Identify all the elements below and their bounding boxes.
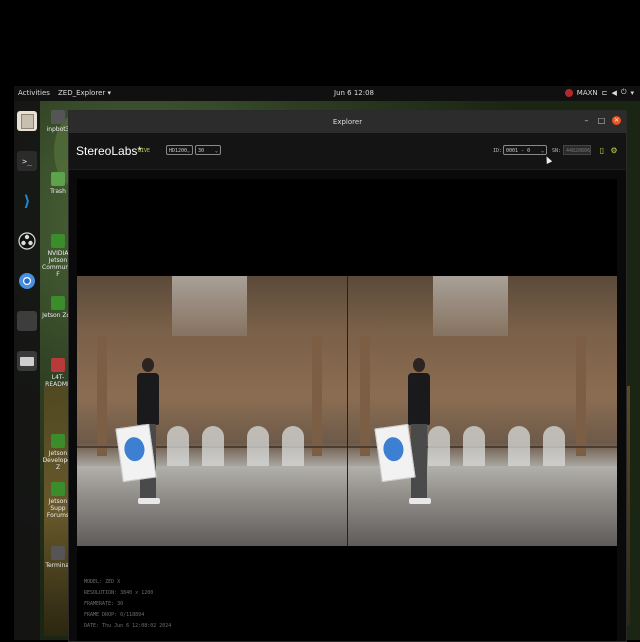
person-shoes — [409, 498, 431, 504]
chromium-app-icon[interactable] — [17, 271, 37, 291]
power-icon: ⏻ — [620, 88, 627, 96]
meta-framerate: FRAMERATE: 30 — [84, 601, 124, 607]
gear-icon[interactable]: ⚙ — [609, 145, 619, 156]
nvidia-icon — [51, 434, 65, 448]
drive-icon[interactable] — [17, 351, 37, 371]
fps-select[interactable]: 30 ⌄ — [195, 145, 221, 155]
video-viewer[interactable]: MODEL: ZED X RESOLUTION: 3840 x 1200 FRA… — [77, 179, 617, 641]
tote-bag — [374, 423, 416, 483]
top-panel: Activities ZED_Explorer ▾ Jun 6 12:08 MA… — [14, 86, 640, 101]
person-head — [142, 358, 154, 372]
zed-explorer-app-icon[interactable] — [17, 311, 37, 331]
stereo-video-feed — [77, 276, 617, 546]
atrium-arch — [463, 426, 485, 470]
nvidia-icon — [51, 482, 65, 496]
volume-icon: ◀ — [611, 88, 617, 97]
record-icon[interactable]: ▯ — [597, 145, 607, 156]
tote-bag-art — [381, 435, 406, 463]
desktop-icon-label: Trash — [50, 188, 66, 195]
nvidia-icon — [51, 234, 65, 248]
left-camera-image — [77, 276, 347, 546]
id-label: ID: — [493, 148, 503, 154]
atrium-pillar — [360, 336, 370, 456]
atrium-skylight — [172, 276, 247, 336]
network-icon: ⊏ — [601, 88, 608, 97]
chevron-down-icon: ⌄ — [214, 148, 218, 154]
atrium-pillar — [97, 336, 107, 456]
explorer-window: Explorer – □ × StereoLabs* LIVE HD1200 ⌄… — [68, 110, 627, 642]
meta-resolution: RESOLUTION: 3840 x 1200 — [84, 590, 154, 596]
dropdown-chevron-icon: ▾ — [630, 88, 634, 97]
resolution-select[interactable]: HD1200 ⌄ — [166, 145, 193, 155]
desktop-icon-label: Terminal — [45, 562, 71, 569]
atrium-arch — [508, 426, 530, 470]
folder-icon — [51, 110, 65, 124]
desktop-icon-label: L4T-README — [45, 374, 71, 388]
vscode-app-icon[interactable]: ⟩ — [17, 191, 37, 211]
atrium-arch — [247, 426, 269, 470]
person-torso — [137, 373, 159, 425]
camera-id-select[interactable]: 0001 - 0 ⌄ — [503, 145, 547, 155]
dock: >_ ⟩ — [14, 101, 40, 640]
tote-bag — [115, 423, 157, 483]
atrium-pillar — [312, 336, 322, 456]
window-controls: – □ × — [582, 116, 621, 125]
atrium-arch — [282, 426, 304, 470]
close-icon[interactable]: × — [612, 116, 621, 125]
atrium-floor — [77, 466, 347, 546]
atrium-arch — [543, 426, 565, 470]
atrium-skylight — [433, 276, 508, 336]
nvidia-icon — [51, 296, 65, 310]
explorer-toolbar: StereoLabs* LIVE HD1200 ⌄ 30 ⌄ ID: 0001 … — [69, 133, 626, 170]
person-torso — [408, 373, 430, 425]
obs-app-icon[interactable] — [17, 231, 37, 251]
files-app-icon[interactable] — [17, 111, 37, 131]
desktop-icon-label: inpbot3 — [46, 126, 70, 133]
chevron-down-icon: ⌄ — [540, 148, 544, 154]
person — [406, 358, 432, 508]
meta-model: MODEL: ZED X — [84, 579, 121, 585]
atrium-pillar — [576, 336, 586, 456]
power-mode-label[interactable]: MAXN — [577, 89, 598, 97]
window-titlebar[interactable]: Explorer – □ × — [69, 111, 626, 133]
window-title: Explorer — [332, 118, 363, 126]
terminal-app-icon[interactable]: >_ — [17, 151, 37, 171]
meta-date: DATE: Thu Jun 6 12:08:02 2024 — [84, 623, 172, 629]
atrium-arch — [202, 426, 224, 470]
trash-icon — [51, 172, 65, 186]
chevron-down-icon: ⌄ — [186, 148, 190, 154]
sn-label: SN: — [552, 148, 562, 154]
atrium-arch — [167, 426, 189, 470]
right-camera-image — [347, 276, 617, 546]
stream-metadata: MODEL: ZED X RESOLUTION: 3840 x 1200 FRA… — [84, 577, 171, 632]
app-menu[interactable]: ZED_Explorer ▾ — [58, 89, 111, 97]
activities-button[interactable]: Activities — [18, 89, 50, 97]
screen: inpbot3 Trash NVIDIA Jetson Community F … — [0, 0, 640, 642]
tote-bag-art — [122, 435, 147, 463]
document-icon — [51, 358, 65, 372]
meta-frame-drop: FRAME DROP: 0/118894 — [84, 612, 145, 618]
camera-id-value: 0001 - 0 — [506, 148, 531, 154]
resolution-value: HD1200 — [169, 148, 188, 154]
live-indicator: LIVE — [138, 148, 151, 154]
desktop-icon-label: Jetson Supp Forums — [46, 498, 70, 519]
fps-value: 30 — [198, 148, 205, 154]
brand-logo: StereoLabs* — [76, 144, 143, 158]
serial-number-field[interactable]: 44820806 — [563, 145, 591, 155]
maximize-icon[interactable]: □ — [597, 116, 606, 125]
nvidia-power-icon[interactable] — [564, 88, 573, 97]
person-shoes — [138, 498, 160, 504]
clock[interactable]: Jun 6 12:08 — [334, 89, 374, 97]
terminal-icon — [51, 546, 65, 560]
minimize-icon[interactable]: – — [582, 116, 591, 125]
person-head — [413, 358, 425, 372]
system-tray[interactable]: MAXN ⊏ ◀ ⏻ ▾ — [564, 88, 634, 97]
